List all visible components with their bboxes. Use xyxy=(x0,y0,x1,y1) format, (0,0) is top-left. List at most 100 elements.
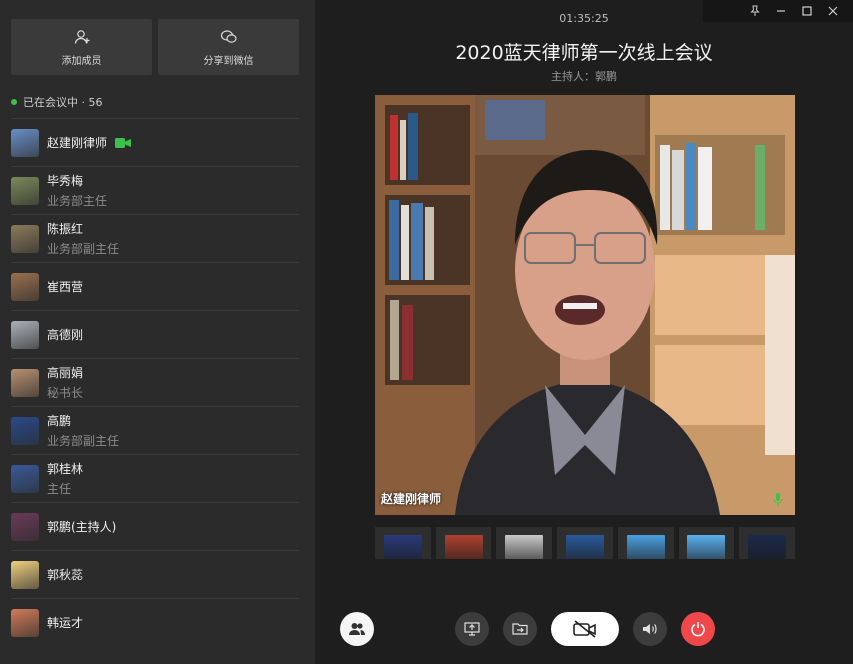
member-name-row: 高鹏 xyxy=(47,412,119,429)
avatar xyxy=(11,272,39,301)
meeting-count: 已在会议中 · 56 xyxy=(11,94,103,110)
thumbnail-image xyxy=(748,535,787,559)
member-name: 赵建刚律师 xyxy=(47,136,108,150)
meeting-count-label: 已在会议中 · 56 xyxy=(23,96,103,109)
add-member-button[interactable]: 添加成员 xyxy=(11,19,152,75)
member-row[interactable]: 郭秋蕊 xyxy=(11,550,299,598)
meeting-controls xyxy=(315,610,853,646)
avatar xyxy=(11,512,39,541)
participant-thumbnail[interactable] xyxy=(617,527,674,559)
avatar xyxy=(11,224,39,253)
member-name: 陈振红 xyxy=(47,222,84,236)
member-name: 郭鹏(主持人) xyxy=(47,520,117,534)
member-name-row: 高丽娟 xyxy=(47,364,83,381)
member-text: 崔西营 xyxy=(47,278,83,295)
member-text: 高丽娟 秘书长 xyxy=(47,364,83,401)
member-name: 高德刚 xyxy=(47,328,84,342)
main-stage: 01:35:25 2020蓝天律师第一次线上会议 主持人：郭鹏 赵建刚律师 xyxy=(315,0,853,664)
member-name: 高丽娟 xyxy=(47,366,84,380)
meeting-timer: 01:35:25 xyxy=(559,12,609,25)
participant-thumbnail[interactable] xyxy=(739,527,796,559)
add-user-icon xyxy=(74,29,89,44)
member-name: 郭桂林 xyxy=(47,462,84,476)
thumbnail-image xyxy=(383,535,422,559)
participants-sidebar: 添加成员 分享到微信 已在会议中 · 56 赵建刚律师 毕秀梅 业务部主任 陈振红 业务… xyxy=(0,0,315,664)
participant-thumbnail[interactable] xyxy=(435,527,492,559)
member-row[interactable]: 郭鹏(主持人) xyxy=(11,502,299,550)
avatar xyxy=(11,128,39,157)
speaker-name-label: 赵建刚律师 xyxy=(381,492,442,506)
member-text: 韩运才 xyxy=(47,614,83,631)
member-name-row: 毕秀梅 xyxy=(47,172,107,189)
member-text: 高德刚 xyxy=(47,326,83,343)
thumbnail-image xyxy=(687,535,726,559)
member-name-row: 陈振红 xyxy=(47,220,119,237)
member-role: 业务部副主任 xyxy=(47,242,120,256)
member-name: 毕秀梅 xyxy=(47,174,84,188)
member-row[interactable]: 韩运才 xyxy=(11,598,299,646)
share-wechat-button[interactable]: 分享到微信 xyxy=(158,19,299,75)
file-share-button[interactable] xyxy=(503,612,537,646)
share-screen-button[interactable] xyxy=(455,612,489,646)
screen-share-icon xyxy=(464,622,480,636)
mic-icon xyxy=(773,493,783,506)
thumbnail-image xyxy=(444,535,483,559)
member-name-row: 崔西营 xyxy=(47,278,83,295)
power-icon xyxy=(691,622,705,637)
member-role: 业务部主任 xyxy=(47,194,108,208)
member-name-row: 高德刚 xyxy=(47,326,83,343)
participant-thumbnail[interactable] xyxy=(557,527,613,559)
member-name: 高鹏 xyxy=(47,414,72,428)
member-row[interactable]: 赵建刚律师 xyxy=(11,118,299,166)
participant-thumbnail[interactable] xyxy=(496,527,553,559)
member-row[interactable]: 陈振红 业务部副主任 xyxy=(11,214,299,262)
avatar xyxy=(11,560,39,589)
avatar xyxy=(11,608,39,637)
member-role: 秘书长 xyxy=(47,386,84,400)
member-role: 业务部副主任 xyxy=(47,434,120,448)
online-dot-icon xyxy=(11,99,17,105)
sidebar-actions: 添加成员 分享到微信 xyxy=(11,19,299,75)
active-speaker-video[interactable]: 赵建刚律师 xyxy=(375,95,795,515)
member-row[interactable]: 郭桂林 主任 xyxy=(11,454,299,502)
camera-toggle-button[interactable] xyxy=(551,612,619,646)
add-member-label: 添加成员 xyxy=(61,55,102,67)
member-list: 赵建刚律师 毕秀梅 业务部主任 陈振红 业务部副主任 崔西营 高德刚 高丽娟 秘书长 高鹏 业务部副… xyxy=(0,118,315,646)
member-text: 郭秋蕊 xyxy=(47,566,83,583)
thumbnail-image xyxy=(566,535,605,559)
participant-thumbnail[interactable] xyxy=(678,527,735,559)
thumbnail-image xyxy=(505,535,544,559)
speaker-icon xyxy=(643,624,657,634)
meeting-title: 2020蓝天律师第一次线上会议 xyxy=(455,42,713,64)
member-name-row: 郭秋蕊 xyxy=(47,566,83,583)
member-name-row: 郭桂林 xyxy=(47,460,83,477)
avatar xyxy=(11,464,39,493)
member-role: 主任 xyxy=(47,482,72,496)
participant-thumbnails xyxy=(375,527,796,559)
wechat-icon xyxy=(220,29,237,43)
member-row[interactable]: 毕秀梅 业务部主任 xyxy=(11,166,299,214)
participant-thumbnail[interactable] xyxy=(375,527,431,559)
meeting-window: 添加成员 分享到微信 已在会议中 · 56 赵建刚律师 毕秀梅 业务部主任 陈振红 业务… xyxy=(0,0,853,664)
member-row[interactable]: 高德刚 xyxy=(11,310,299,358)
camera-on-icon xyxy=(115,137,132,148)
members-button[interactable] xyxy=(340,612,374,646)
member-row[interactable]: 崔西营 xyxy=(11,262,299,310)
speaker-button[interactable] xyxy=(633,612,667,646)
avatar xyxy=(11,320,39,349)
avatar xyxy=(11,176,39,205)
member-name-row: 赵建刚律师 xyxy=(47,134,132,151)
member-text: 郭桂林 主任 xyxy=(47,460,83,497)
meeting-host: 主持人：郭鹏 xyxy=(551,70,617,83)
leave-meeting-button[interactable] xyxy=(681,612,715,646)
member-name-row: 韩运才 xyxy=(47,614,83,631)
member-name: 崔西营 xyxy=(47,280,84,294)
thumbnail-image xyxy=(626,535,665,559)
speaker-video-frame xyxy=(375,95,795,515)
member-name: 郭秋蕊 xyxy=(47,568,84,582)
folder-share-icon xyxy=(512,623,528,635)
avatar xyxy=(11,416,39,445)
member-name-row: 郭鹏(主持人) xyxy=(47,518,116,535)
member-row[interactable]: 高丽娟 秘书长 xyxy=(11,358,299,406)
member-row[interactable]: 高鹏 业务部副主任 xyxy=(11,406,299,454)
